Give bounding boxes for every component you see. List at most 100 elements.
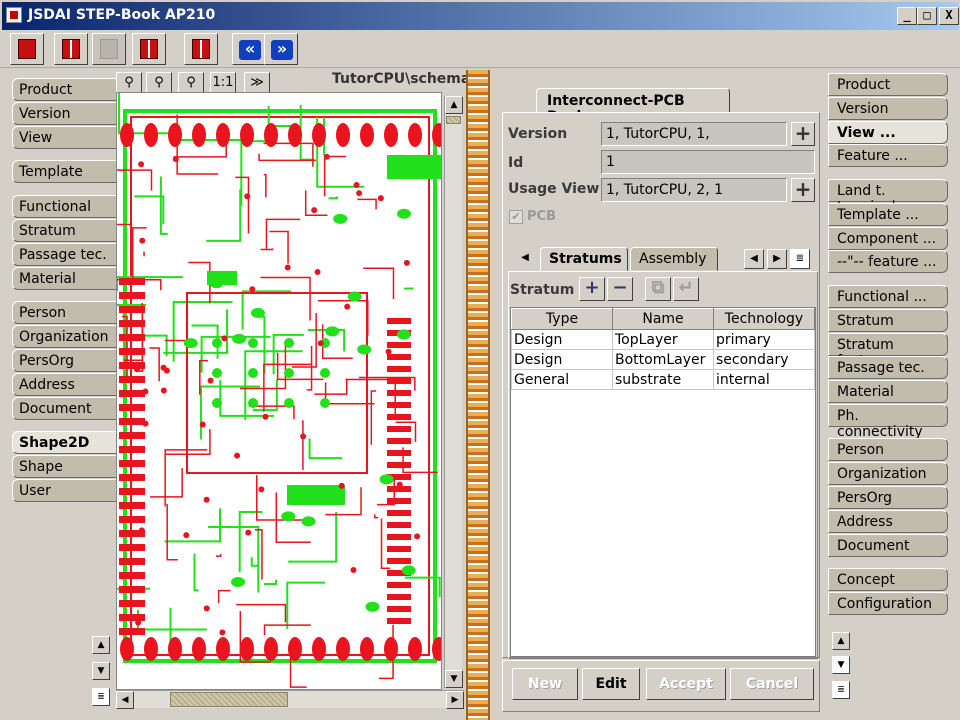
enter-stratum-button[interactable]: ↵ bbox=[673, 277, 699, 301]
scroll-left-icon[interactable]: ◀ bbox=[116, 691, 134, 709]
left-tab-user[interactable]: User bbox=[12, 479, 118, 502]
left-tab-stratum[interactable]: Stratum bbox=[12, 219, 118, 242]
tab-assembly[interactable]: Assembly bbox=[630, 247, 718, 271]
cancel-button[interactable]: Cancel bbox=[730, 668, 814, 700]
zoom-1to1-button[interactable]: 1:1 bbox=[210, 72, 236, 94]
scroll-thumb[interactable] bbox=[446, 116, 461, 124]
pcb-checkbox[interactable]: ✔ bbox=[509, 210, 523, 224]
accept-button[interactable]: Accept bbox=[646, 668, 726, 700]
right-scroll-up-icon[interactable]: ▲ bbox=[832, 632, 850, 650]
id-field[interactable]: 1 bbox=[601, 150, 815, 174]
zoom-icon[interactable]: ⚲ bbox=[116, 72, 142, 94]
right-tab-version[interactable]: Version bbox=[828, 97, 948, 120]
pcb-viewer[interactable] bbox=[116, 92, 442, 690]
left-tab-document[interactable]: Document bbox=[12, 397, 118, 420]
left-tab-shape[interactable]: Shape bbox=[12, 455, 118, 478]
right-tab-passage-tec[interactable]: Passage tec. bbox=[828, 356, 948, 379]
hscroll-thumb[interactable] bbox=[170, 692, 288, 707]
left-scroll-up-icon[interactable]: ▲ bbox=[92, 636, 110, 654]
splitter-handle[interactable] bbox=[466, 70, 490, 720]
right-tab-organization[interactable]: Organization bbox=[828, 462, 948, 485]
left-tab-material[interactable]: Material bbox=[12, 267, 118, 290]
right-tab-person[interactable]: Person bbox=[828, 438, 948, 461]
table-row[interactable]: Design BottomLayer secondary bbox=[511, 349, 815, 370]
cell-type: Design bbox=[511, 329, 613, 350]
right-tab-configuration[interactable]: Configuration bbox=[828, 592, 948, 615]
tab-stratums[interactable]: Stratums bbox=[540, 247, 628, 271]
right-tab-land-t-terminal[interactable]: Land t. terminal bbox=[828, 179, 948, 215]
right-tab-view[interactable]: View ... bbox=[828, 121, 948, 144]
new-button[interactable]: New bbox=[512, 668, 578, 700]
book-button[interactable] bbox=[10, 33, 44, 65]
right-tab-component[interactable]: Component ... bbox=[828, 227, 948, 250]
left-tab-person[interactable]: Person bbox=[12, 301, 118, 324]
right-tab-feature[interactable]: Feature ... bbox=[828, 144, 948, 167]
viewer-horizontal-scrollbar[interactable]: ◀ ▶ bbox=[116, 690, 464, 709]
library-button[interactable] bbox=[184, 33, 218, 65]
left-tab-passage-tec[interactable]: Passage tec. bbox=[12, 243, 118, 266]
table-row[interactable]: Design TopLayer primary bbox=[511, 329, 815, 350]
right-tab-template[interactable]: Template ... bbox=[828, 203, 948, 226]
right-tab-ph-connectivity[interactable]: Ph. connectivity bbox=[828, 404, 948, 440]
version-add-button[interactable]: + bbox=[791, 122, 815, 146]
left-tab-version[interactable]: Version bbox=[12, 102, 118, 125]
remove-stratum-button[interactable]: − bbox=[607, 277, 633, 301]
column-header-name[interactable]: Name bbox=[612, 308, 714, 330]
right-note-icon[interactable]: ≣ bbox=[832, 681, 850, 699]
column-header-type[interactable]: Type bbox=[511, 308, 613, 330]
version-field[interactable]: 1, TutorCPU, 1, bbox=[601, 122, 787, 146]
viewer-vertical-scrollbar[interactable]: ▲ ▼ bbox=[444, 96, 463, 688]
forward-button[interactable]: » bbox=[264, 33, 298, 65]
pcb-checkbox-label: PCB bbox=[527, 209, 556, 224]
back-button[interactable]: « bbox=[232, 33, 266, 65]
right-tab-feature[interactable]: --"-- feature ... bbox=[828, 250, 948, 273]
left-tab-view[interactable]: View bbox=[12, 126, 118, 149]
right-scroll-down-icon[interactable]: ▼ bbox=[832, 656, 850, 674]
main-toolbar: « » TutorCPU\schema1 bbox=[0, 30, 960, 87]
right-tab-stratum[interactable]: Stratum bbox=[828, 309, 948, 332]
copy-stratum-button[interactable]: ⧉ bbox=[645, 277, 671, 301]
cell-name: BottomLayer bbox=[612, 349, 714, 370]
table-row[interactable]: General substrate internal bbox=[511, 369, 815, 390]
right-tab-stratum-feature[interactable]: Stratum feature bbox=[828, 333, 948, 369]
tab-interconnect-pcb-design[interactable]: Interconnect-PCB Design bbox=[536, 88, 730, 125]
right-tab-functional[interactable]: Functional ... bbox=[828, 285, 948, 308]
subtab-prev-icon[interactable]: ◀ bbox=[744, 249, 764, 269]
maximize-button[interactable]: □ bbox=[917, 7, 937, 25]
subtab-list-icon[interactable]: ≣ bbox=[790, 249, 810, 269]
right-tab-material[interactable]: Material bbox=[828, 380, 948, 403]
left-tab-address[interactable]: Address bbox=[12, 373, 118, 396]
fit-view-icon[interactable]: ≫ bbox=[244, 72, 270, 94]
left-tab-shape2d[interactable]: Shape2D bbox=[12, 431, 118, 454]
book-page-button[interactable] bbox=[132, 33, 166, 65]
zoom-out-icon[interactable]: ⚲ bbox=[178, 72, 204, 94]
disabled-book-button[interactable] bbox=[92, 33, 126, 65]
library-icon bbox=[192, 39, 210, 59]
left-tab-organization[interactable]: Organization bbox=[12, 325, 118, 348]
minimize-button[interactable]: _ bbox=[897, 7, 917, 25]
subtab-scroll-left-icon[interactable]: ◀ bbox=[515, 249, 535, 269]
left-tab-functional[interactable]: Functional bbox=[12, 195, 118, 218]
usage-view-add-button[interactable]: + bbox=[791, 178, 815, 202]
scroll-down-icon[interactable]: ▼ bbox=[445, 670, 463, 688]
left-tab-template[interactable]: Template bbox=[12, 160, 118, 183]
left-note-icon[interactable]: ≣ bbox=[92, 688, 110, 706]
right-tab-persorg[interactable]: PersOrg bbox=[828, 486, 948, 509]
right-tab-product[interactable]: Product bbox=[828, 73, 948, 96]
right-tab-document[interactable]: Document bbox=[828, 534, 948, 557]
right-tab-address[interactable]: Address bbox=[828, 510, 948, 533]
left-scroll-down-icon[interactable]: ▼ bbox=[92, 662, 110, 680]
open-book-button[interactable] bbox=[54, 33, 88, 65]
scroll-up-icon[interactable]: ▲ bbox=[445, 96, 463, 114]
add-stratum-button[interactable]: + bbox=[579, 277, 605, 301]
edit-button[interactable]: Edit bbox=[582, 668, 640, 700]
left-tab-persorg[interactable]: PersOrg bbox=[12, 349, 118, 372]
right-tab-concept[interactable]: Concept bbox=[828, 568, 948, 591]
scroll-right-icon[interactable]: ▶ bbox=[446, 691, 464, 709]
left-tab-product[interactable]: Product bbox=[12, 78, 118, 101]
zoom-in-icon[interactable]: ⚲ bbox=[146, 72, 172, 94]
usage-view-field[interactable]: 1, TutorCPU, 2, 1 bbox=[601, 178, 787, 202]
column-header-technology[interactable]: Technology bbox=[713, 308, 815, 330]
close-button[interactable]: X bbox=[939, 7, 959, 25]
subtab-next-icon[interactable]: ▶ bbox=[767, 249, 787, 269]
